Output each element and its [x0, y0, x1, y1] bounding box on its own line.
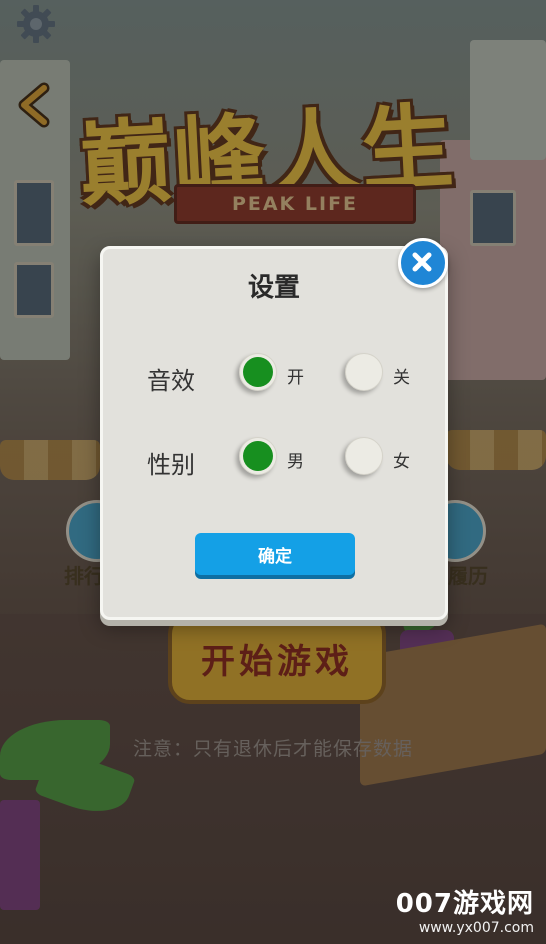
watermark-main: 007游戏网	[395, 889, 534, 919]
close-button[interactable]	[398, 238, 448, 288]
sound-off-label: 关	[393, 368, 410, 388]
gender-female-label: 女	[393, 452, 410, 472]
confirm-button[interactable]: 确定	[195, 533, 355, 575]
sound-label: 音效	[147, 367, 195, 395]
sound-on-label: 开	[287, 368, 304, 388]
gender-label: 性别	[147, 451, 195, 479]
watermark-url: www.yx007.com	[418, 920, 534, 936]
close-icon	[412, 252, 432, 272]
dialog-title: 设置	[247, 273, 300, 303]
gender-female-radio[interactable]	[345, 437, 383, 475]
gender-male-radio[interactable]	[239, 437, 277, 475]
watermark: 007游戏网 www.yx007.com	[396, 883, 534, 936]
sound-off-radio[interactable]	[345, 353, 383, 391]
gender-male-label: 男	[287, 452, 304, 472]
sound-on-radio[interactable]	[239, 353, 277, 391]
settings-dialog: 设置 音效 开 关 性别 男 女 确定	[100, 246, 448, 620]
